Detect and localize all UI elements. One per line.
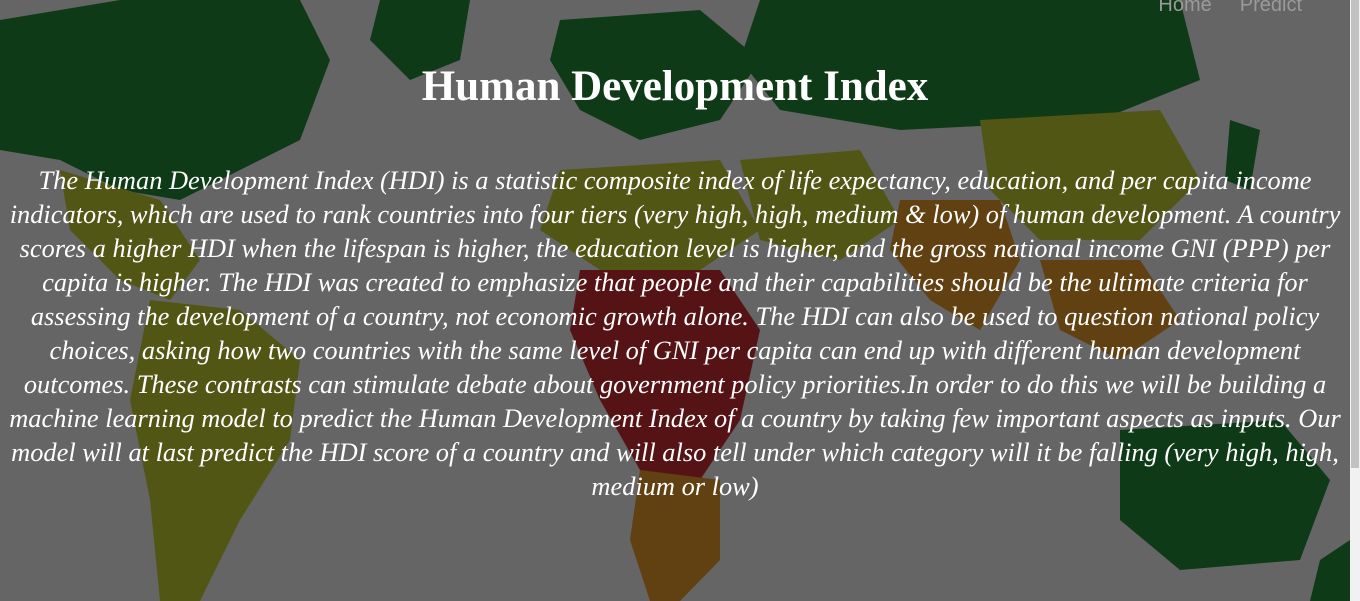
- page: Home Predict Human Development Index The…: [0, 0, 1350, 601]
- nav-home-link[interactable]: Home: [1158, 0, 1211, 17]
- hdi-description: The Human Development Index (HDI) is a s…: [9, 165, 1341, 501]
- vertical-scrollbar[interactable]: [1350, 0, 1360, 601]
- scrollbar-thumb[interactable]: [1351, 0, 1359, 468]
- top-nav: Home Predict: [1158, 0, 1302, 17]
- nav-predict-link[interactable]: Predict: [1240, 0, 1302, 17]
- page-title: Human Development Index: [421, 63, 929, 110]
